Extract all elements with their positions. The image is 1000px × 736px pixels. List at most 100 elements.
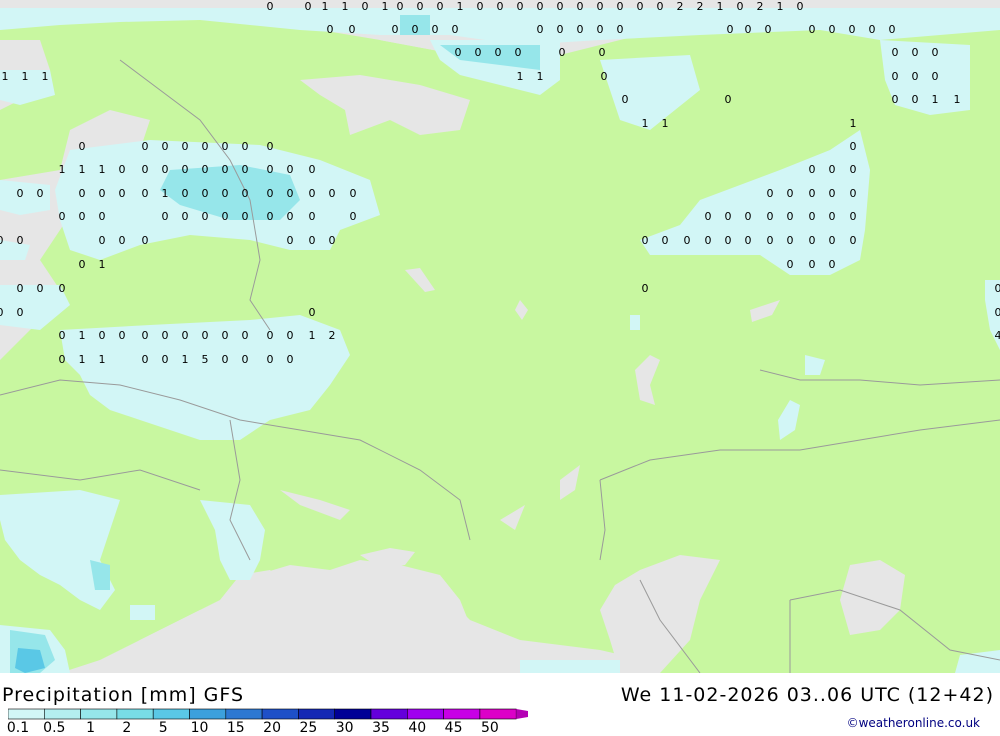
precip-value: 0 xyxy=(162,353,169,366)
precip-value: 0 xyxy=(705,234,712,247)
precip-value: 0 xyxy=(809,163,816,176)
precip-value: 0 xyxy=(537,0,544,13)
precip-value: 0 xyxy=(642,234,649,247)
precip-value: 0 xyxy=(222,210,229,223)
precip-value: 0 xyxy=(850,210,857,223)
precip-value: 0 xyxy=(622,93,629,106)
precip-value: 0 xyxy=(577,0,584,13)
precip-value: 0 xyxy=(79,210,86,223)
precip-value: 0 xyxy=(37,282,44,295)
precip-value: 0 xyxy=(267,353,274,366)
legend-label: 50 xyxy=(481,720,499,736)
precip-value: 1 xyxy=(162,187,169,200)
precip-value: 0 xyxy=(309,187,316,200)
precip-value: 1 xyxy=(662,117,669,130)
precip-value: 2 xyxy=(329,329,336,342)
precip-value: 0 xyxy=(287,329,294,342)
precipitation-map: 0011010001000000000022102100000000000000… xyxy=(0,0,1000,673)
precip-value: 0 xyxy=(350,210,357,223)
precip-value: 0 xyxy=(17,282,24,295)
precip-value: 0 xyxy=(432,23,439,36)
precip-value: 0 xyxy=(119,163,126,176)
precip-value: 0 xyxy=(59,353,66,366)
precip-value: 0 xyxy=(142,140,149,153)
color-legend xyxy=(8,708,528,720)
precip-value: 0 xyxy=(892,70,899,83)
precip-value: 1 xyxy=(99,163,106,176)
precip-value: 0 xyxy=(59,329,66,342)
precip-value: 1 xyxy=(642,117,649,130)
precip-value: 0 xyxy=(515,46,522,59)
precip-value: 0 xyxy=(829,163,836,176)
legend-swatch xyxy=(262,709,298,719)
precip-value: 0 xyxy=(287,210,294,223)
precip-value: 0 xyxy=(142,353,149,366)
precip-value: 0 xyxy=(829,234,836,247)
precip-value: 2 xyxy=(697,0,704,13)
precip-value: 0 xyxy=(725,234,732,247)
precip-value: 0 xyxy=(350,187,357,200)
legend-label: 1 xyxy=(86,720,95,736)
precip-value: 0 xyxy=(767,234,774,247)
precip-value: 0 xyxy=(162,163,169,176)
precip-value: 0 xyxy=(182,187,189,200)
precip-value: 0 xyxy=(222,187,229,200)
precip-value: 0 xyxy=(99,187,106,200)
precip-value: 0 xyxy=(327,23,334,36)
precip-value: 0 xyxy=(892,93,899,106)
precip-value: 0 xyxy=(119,187,126,200)
precip-value: 1 xyxy=(2,70,9,83)
precip-value: 1 xyxy=(717,0,724,13)
precip-value: 0 xyxy=(597,23,604,36)
precip-value: 0 xyxy=(705,210,712,223)
precip-value: 0 xyxy=(267,329,274,342)
precip-value: 0 xyxy=(287,163,294,176)
precip-value: 0 xyxy=(745,23,752,36)
legend-swatch xyxy=(298,709,334,719)
precip-value: 0 xyxy=(537,23,544,36)
precip-value: 1 xyxy=(79,163,86,176)
precip-value: 0 xyxy=(809,210,816,223)
precip-value: 0 xyxy=(0,234,4,247)
precip-value: 1 xyxy=(517,70,524,83)
legend-label: 25 xyxy=(299,720,317,736)
precip-value: 1 xyxy=(99,258,106,271)
legend-swatch xyxy=(480,709,516,719)
legend-label: 0.1 xyxy=(7,720,29,736)
precip-value: 0 xyxy=(557,0,564,13)
precip-value: 0 xyxy=(787,210,794,223)
precip-value: 0 xyxy=(202,329,209,342)
precip-value: 0 xyxy=(267,210,274,223)
precip-value: 0 xyxy=(242,163,249,176)
precip-value: 0 xyxy=(142,163,149,176)
precip-value: 0 xyxy=(892,46,899,59)
precip-value: 0 xyxy=(119,329,126,342)
precip-value: 0 xyxy=(829,258,836,271)
credit-link[interactable]: ©weatheronline.co.uk xyxy=(847,716,980,730)
precip-value: 0 xyxy=(889,23,896,36)
precip-value: 0 xyxy=(242,187,249,200)
precip-value: 0 xyxy=(309,210,316,223)
precip-value: 0 xyxy=(287,234,294,247)
precip-value: 0 xyxy=(912,46,919,59)
precip-value: 1 xyxy=(777,0,784,13)
legend-swatch xyxy=(444,709,480,719)
precip-value: 0 xyxy=(497,0,504,13)
precip-value: 1 xyxy=(182,353,189,366)
precip-value: 0 xyxy=(59,282,66,295)
precip-value: 0 xyxy=(329,187,336,200)
precip-value: 1 xyxy=(850,117,857,130)
precip-value: 0 xyxy=(309,234,316,247)
precip-value: 0 xyxy=(850,234,857,247)
precip-value: 0 xyxy=(617,23,624,36)
precip-value: 0 xyxy=(912,70,919,83)
precip-value: 0 xyxy=(577,23,584,36)
precip-value: 0 xyxy=(809,187,816,200)
precip-value: 0 xyxy=(182,329,189,342)
precip-value: 0 xyxy=(932,70,939,83)
precip-value: 0 xyxy=(362,0,369,13)
precip-value: 0 xyxy=(787,187,794,200)
precip-value: 0 xyxy=(162,329,169,342)
precip-value: 0 xyxy=(182,210,189,223)
precip-value: 2 xyxy=(757,0,764,13)
